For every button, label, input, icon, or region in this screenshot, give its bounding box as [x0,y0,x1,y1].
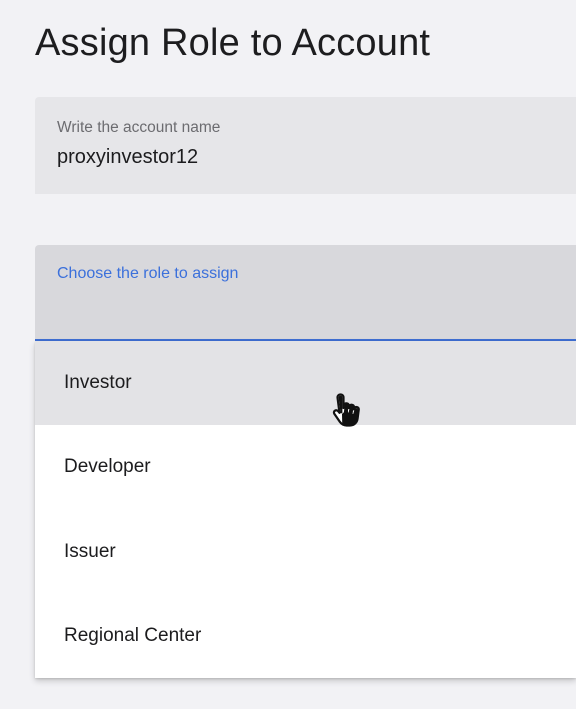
role-select[interactable]: Choose the role to assign [35,245,576,341]
account-name-field[interactable]: Write the account name proxyinvestor12 [35,97,576,194]
account-name-input[interactable]: proxyinvestor12 [57,146,198,169]
role-option-issuer[interactable]: Issuer [35,510,576,594]
role-option-investor[interactable]: Investor [35,341,576,426]
role-dropdown-menu: Investor Developer Issuer Regional Cente… [35,341,576,678]
role-option-regional-center[interactable]: Regional Center [35,594,576,678]
account-name-label: Write the account name [57,119,221,136]
role-option-developer[interactable]: Developer [35,425,576,509]
page-title: Assign Role to Account [35,22,431,64]
role-select-label: Choose the role to assign [57,265,239,282]
